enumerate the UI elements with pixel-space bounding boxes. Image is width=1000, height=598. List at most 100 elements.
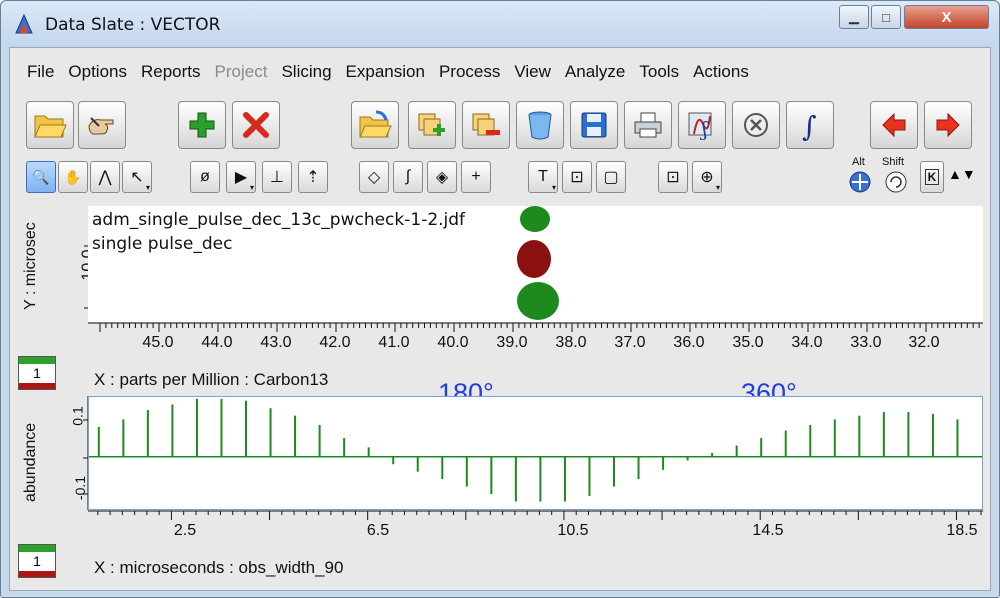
frame-tool[interactable]: ▢ bbox=[596, 161, 626, 193]
integral-tool[interactable]: ∫ bbox=[393, 161, 423, 193]
crosshair-icon: ⊕ bbox=[700, 169, 714, 186]
menu-tools[interactable]: Tools bbox=[639, 62, 679, 82]
maximize-button[interactable]: □ bbox=[871, 5, 901, 29]
dropdown-icon: ▾ bbox=[145, 183, 150, 192]
xtick: 34.0 bbox=[791, 334, 823, 351]
text-icon: T bbox=[538, 168, 548, 185]
menu-options[interactable]: Options bbox=[68, 62, 127, 82]
save-button[interactable] bbox=[570, 101, 618, 149]
menu-view[interactable]: View bbox=[514, 62, 551, 82]
menu-actions[interactable]: Actions bbox=[693, 62, 749, 82]
stop-button[interactable] bbox=[732, 101, 780, 149]
slice-tag-2[interactable]: 1 bbox=[18, 544, 56, 578]
alt-move-icon[interactable] bbox=[848, 170, 872, 194]
close-button[interactable]: X bbox=[904, 5, 989, 29]
xtick: 37.0 bbox=[614, 334, 646, 351]
tool-palette: 🔍 ✋ ⋀ ↖ ▾ ø ▶ ▾ ⊥ ⇡ ◇ ∫ ◈ + T ▾ ⊡ ▢ ⊡ ⊕ ▾ Al… bbox=[10, 156, 990, 200]
menu-analyze[interactable]: Analyze bbox=[565, 62, 625, 82]
remove-data-button[interactable] bbox=[462, 101, 510, 149]
tag-tool[interactable]: ◈ bbox=[427, 161, 457, 193]
spinner-icon[interactable]: ▲▼ bbox=[948, 166, 976, 182]
trash-button[interactable] bbox=[516, 101, 564, 149]
app-window: Data Slate : VECTOR ▁ □ X File Options R… bbox=[0, 0, 1000, 598]
contour-peaks bbox=[517, 206, 559, 320]
xtick: 42.0 bbox=[319, 334, 351, 351]
cursor-tool[interactable]: + bbox=[461, 161, 491, 193]
window-title: Data Slate : VECTOR bbox=[45, 15, 221, 35]
frame-icon: ▢ bbox=[603, 169, 619, 186]
fit-button[interactable]: ʃ bbox=[678, 101, 726, 149]
phase-tool[interactable]: ø bbox=[190, 161, 220, 193]
xtick: 6.5 bbox=[366, 522, 390, 539]
text-tool[interactable]: T ▾ bbox=[528, 161, 558, 193]
title-bar[interactable]: Data Slate : VECTOR ▁ □ X bbox=[1, 1, 999, 47]
xtick: 18.5 bbox=[946, 522, 978, 539]
xtick: 10.5 bbox=[557, 522, 589, 539]
hand-tool[interactable]: ✋ bbox=[58, 161, 88, 193]
forward-arrow-icon bbox=[936, 112, 960, 138]
zoom-icon: 🔍 bbox=[32, 168, 50, 185]
shift-label: Shift bbox=[882, 156, 905, 168]
baseline-tool[interactable]: ⊥ bbox=[262, 161, 292, 193]
add-data-button[interactable] bbox=[408, 101, 456, 149]
xtick: 45.0 bbox=[142, 334, 174, 351]
keyboard-button[interactable]: K bbox=[920, 161, 944, 193]
xtick: 36.0 bbox=[673, 334, 705, 351]
menu-file[interactable]: File bbox=[27, 62, 54, 82]
xtick: 2.5 bbox=[173, 522, 197, 539]
add-button[interactable] bbox=[178, 101, 226, 149]
open-file-button[interactable] bbox=[351, 101, 399, 149]
svg-text:∫: ∫ bbox=[802, 110, 817, 141]
slice-color-top bbox=[19, 357, 55, 364]
keyboard-icon: K bbox=[924, 169, 940, 185]
back-button[interactable] bbox=[870, 101, 918, 149]
alt-label: Alt bbox=[852, 156, 865, 168]
shift-rotate-icon[interactable] bbox=[884, 170, 908, 194]
crosshair-tool[interactable]: ⊕ ▾ bbox=[692, 161, 722, 193]
fit-icon: ʃ bbox=[688, 112, 712, 140]
delete-button[interactable] bbox=[232, 101, 280, 149]
zoom-tool[interactable]: 🔍 bbox=[26, 161, 56, 193]
xtick: 14.5 bbox=[752, 522, 784, 539]
rotate-icon: ⇡ bbox=[306, 169, 320, 186]
slice-number: 1 bbox=[33, 553, 41, 569]
remove-data-icon bbox=[472, 113, 500, 136]
peak-tool[interactable]: ⋀ bbox=[90, 161, 120, 193]
panel1-xlabel: X : parts per Million : Carbon13 bbox=[94, 370, 329, 389]
menu-reports[interactable]: Reports bbox=[141, 62, 201, 82]
open-file-icon bbox=[359, 110, 392, 138]
diamond-tool[interactable]: ◇ bbox=[359, 161, 389, 193]
open-folder-button[interactable] bbox=[26, 101, 74, 149]
integral-button[interactable]: ∫ bbox=[786, 101, 834, 149]
minimize-button[interactable]: ▁ bbox=[839, 5, 869, 29]
select-tool[interactable]: ▶ ▾ bbox=[226, 161, 256, 193]
dot-icon: ⊡ bbox=[666, 169, 680, 186]
print-button[interactable] bbox=[624, 101, 672, 149]
slice-color-top bbox=[19, 545, 55, 552]
plus-icon: + bbox=[471, 168, 481, 185]
dropdown-icon: ▾ bbox=[249, 183, 254, 192]
point-tool[interactable]: ⊡ bbox=[658, 161, 688, 193]
slice-tag-1[interactable]: 1 bbox=[18, 356, 56, 390]
peak-icon: ⋀ bbox=[98, 169, 112, 186]
pointer-icon: ↖ bbox=[130, 169, 144, 186]
menu-process[interactable]: Process bbox=[439, 62, 500, 82]
menu-expansion[interactable]: Expansion bbox=[346, 62, 425, 82]
delete-icon bbox=[243, 112, 269, 138]
menu-slicing[interactable]: Slicing bbox=[281, 62, 331, 82]
pointer-tool[interactable]: ↖ ▾ bbox=[122, 161, 152, 193]
xtick: 38.0 bbox=[555, 334, 587, 351]
rotate-tool[interactable]: ⇡ bbox=[298, 161, 328, 193]
pulse-width-plot[interactable] bbox=[88, 396, 983, 510]
menu-bar: File Options Reports Project Slicing Exp… bbox=[10, 48, 990, 96]
contour-plot-area[interactable]: adm_single_pulse_dec_13c_pwcheck-1-2.jdf… bbox=[88, 206, 983, 322]
slice-color-bottom bbox=[19, 383, 55, 389]
slide-tool[interactable]: ⊡ bbox=[562, 161, 592, 193]
diamond-icon: ◇ bbox=[367, 169, 381, 186]
main-toolbar: ʃ ∫ bbox=[10, 98, 990, 154]
menu-project: Project bbox=[214, 62, 268, 81]
hand-point-button[interactable] bbox=[78, 101, 126, 149]
hand-point-icon bbox=[88, 117, 114, 135]
xtick: 35.0 bbox=[732, 334, 764, 351]
forward-button[interactable] bbox=[924, 101, 972, 149]
